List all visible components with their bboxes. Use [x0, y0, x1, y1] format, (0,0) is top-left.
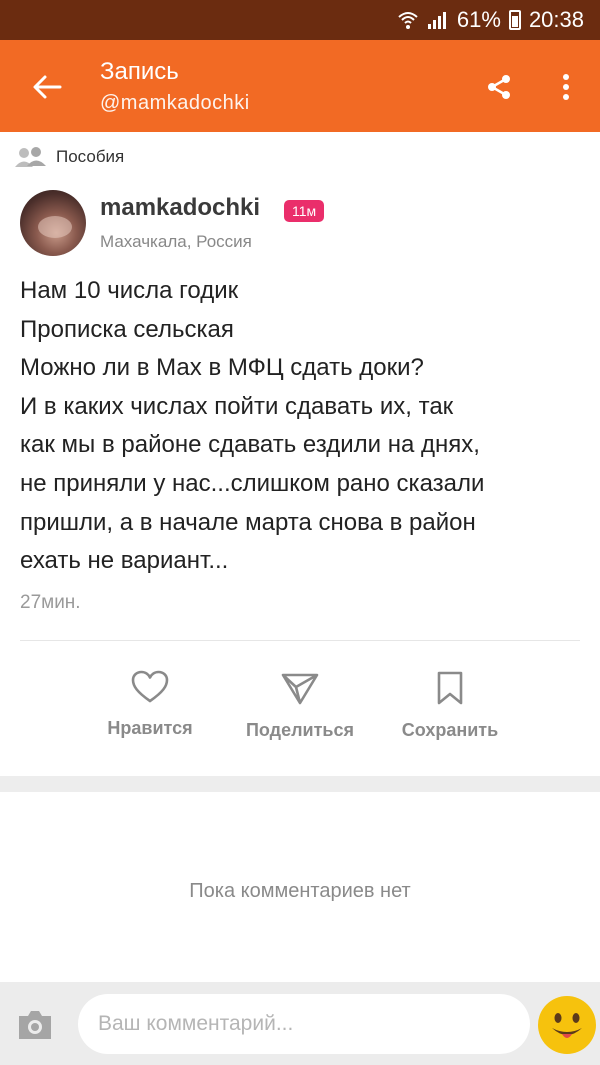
save-label: Сохранить: [401, 720, 499, 740]
like-button[interactable]: Нравится: [100, 670, 200, 739]
emoji-button[interactable]: [538, 996, 596, 1054]
comment-input[interactable]: [78, 994, 530, 1054]
clock: 20:38: [528, 7, 584, 32]
post-author: mamkadochki 11м Махачкала, Россия: [20, 190, 580, 260]
more-vertical-icon: [563, 74, 569, 100]
avatar[interactable]: [20, 190, 86, 256]
share-icon: [488, 75, 510, 99]
post-line: не приняли у нас...слишком рано сказали: [20, 469, 485, 497]
author-location: Махачкала, Россия: [100, 232, 252, 251]
group-link[interactable]: Пособия: [14, 146, 124, 168]
post-line: пришли, а в начале марта снова в район: [20, 508, 476, 536]
back-button[interactable]: [22, 64, 72, 110]
bookmark-icon: [437, 671, 463, 705]
page-title: Запись: [100, 58, 179, 85]
send-icon: [281, 673, 319, 705]
group-label: Пособия: [56, 147, 125, 166]
share-button[interactable]: [478, 66, 520, 108]
section-separator: [0, 776, 600, 792]
arrow-left-icon: [33, 75, 62, 99]
post-actions: Нравится Поделиться Сохранить: [0, 670, 600, 760]
status-badge: 11м: [284, 200, 325, 222]
signal-icon: [427, 10, 449, 30]
post-line: И в каких числах пойти сдавать их, так: [20, 392, 454, 420]
battery-icon: [508, 10, 521, 30]
heart-icon: [131, 670, 169, 703]
post-line: Можно ли в Мах в МФЦ сдать доки?: [20, 354, 424, 382]
post-line: Прописка сельская: [20, 315, 234, 343]
status-bar: 61% 20:38: [0, 0, 600, 40]
more-options-button[interactable]: [548, 66, 584, 108]
save-button[interactable]: Сохранить: [394, 670, 506, 741]
page-subtitle: @mamkadochki: [100, 92, 250, 114]
empty-comments-text: Пока комментариев нет: [189, 880, 411, 902]
post-timestamp: 27мин.: [20, 592, 81, 613]
divider: [20, 640, 580, 641]
app-bar: Запись @mamkadochki: [0, 40, 600, 132]
camera-button[interactable]: [16, 1008, 54, 1042]
post-line: ехать не вариант...: [20, 547, 229, 575]
share-post-button[interactable]: Поделиться: [236, 670, 364, 741]
share-label: Поделиться: [245, 720, 355, 740]
camera-icon: [19, 1011, 51, 1039]
post-text: Нам 10 числа годик Прописка сельская Мож…: [20, 272, 580, 581]
comment-bar: [0, 982, 600, 1065]
post-line: Нам 10 числа годик: [20, 277, 239, 304]
smiley-icon: [552, 1013, 582, 1038]
author-name[interactable]: mamkadochki: [100, 194, 260, 222]
post-line: как мы в районе сдавать ездили на днях,: [20, 431, 480, 459]
battery-percent: 61%: [456, 7, 501, 32]
like-label: Нравится: [107, 718, 193, 738]
group-icon: [15, 147, 46, 167]
wifi-icon: [397, 10, 419, 30]
